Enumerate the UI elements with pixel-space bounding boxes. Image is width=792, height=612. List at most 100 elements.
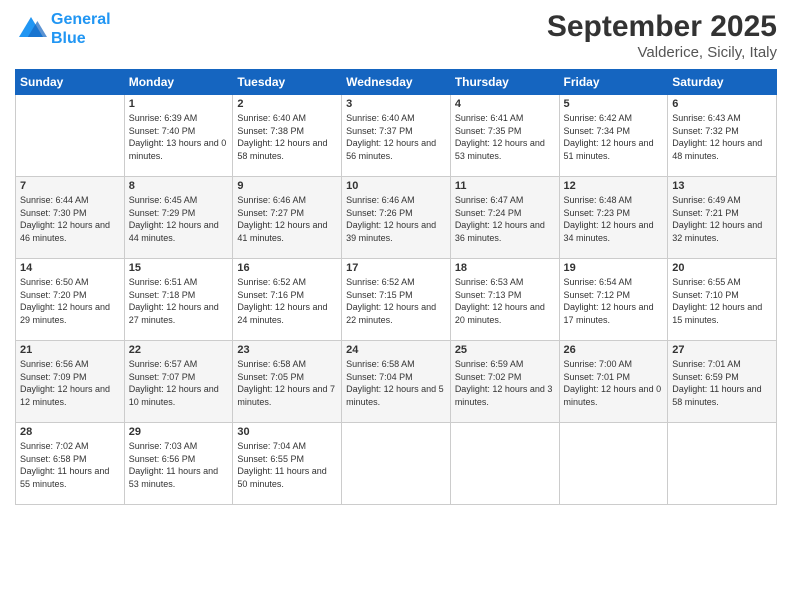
day-number: 26 [564, 344, 664, 356]
cell-info: Sunrise: 7:03 AM Sunset: 6:56 PM Dayligh… [129, 440, 229, 490]
month-title: September 2025 [547, 10, 777, 44]
calendar-cell: 10 Sunrise: 6:46 AM Sunset: 7:26 PM Dayli… [342, 177, 451, 259]
calendar-cell [16, 95, 125, 177]
day-number: 24 [346, 344, 446, 356]
day-header-saturday: Saturday [668, 70, 777, 95]
calendar-cell [342, 423, 451, 505]
cell-info: Sunrise: 6:55 AM Sunset: 7:10 PM Dayligh… [672, 276, 772, 326]
cell-info: Sunrise: 6:47 AM Sunset: 7:24 PM Dayligh… [455, 194, 555, 244]
day-number: 11 [455, 180, 555, 192]
calendar-cell: 14Sunrise: 6:50 AM Sunset: 7:20 PM Dayli… [16, 259, 125, 341]
calendar-cell: 15 Sunrise: 6:51 AM Sunset: 7:18 PM Dayli… [124, 259, 233, 341]
location: Valderice, Sicily, Italy [547, 44, 777, 61]
day-header-wednesday: Wednesday [342, 70, 451, 95]
calendar-cell: 27Sunrise: 7:01 AM Sunset: 6:59 PM Dayli… [668, 341, 777, 423]
day-number: 21 [20, 344, 120, 356]
cell-info: Sunrise: 6:40 AM Sunset: 7:37 PM Dayligh… [346, 112, 446, 162]
day-number: 10 [346, 180, 446, 192]
calendar-cell: 26Sunrise: 7:00 AM Sunset: 7:01 PM Dayli… [559, 341, 668, 423]
calendar-cell: 30 Sunrise: 7:04 AM Sunset: 6:55 PM Dayli… [233, 423, 342, 505]
week-row-1: 1Sunrise: 6:39 AM Sunset: 7:40 PM Daylig… [16, 95, 777, 177]
cell-info: Sunrise: 6:44 AM Sunset: 7:30 PM Dayligh… [20, 194, 120, 244]
calendar-cell: 4Sunrise: 6:41 AM Sunset: 7:35 PM Daylig… [450, 95, 559, 177]
calendar-cell: 1Sunrise: 6:39 AM Sunset: 7:40 PM Daylig… [124, 95, 233, 177]
cell-info: Sunrise: 7:02 AM Sunset: 6:58 PM Dayligh… [20, 440, 120, 490]
day-number: 17 [346, 262, 446, 274]
day-header-monday: Monday [124, 70, 233, 95]
week-row-2: 7Sunrise: 6:44 AM Sunset: 7:30 PM Daylig… [16, 177, 777, 259]
cell-info: Sunrise: 6:40 AM Sunset: 7:38 PM Dayligh… [237, 112, 337, 162]
day-number: 3 [346, 98, 446, 110]
day-number: 15 [129, 262, 229, 274]
calendar-cell: 21 Sunrise: 6:56 AM Sunset: 7:09 PM Dayli… [16, 341, 125, 423]
logo-text: General Blue [51, 10, 111, 48]
header-row: SundayMondayTuesdayWednesdayThursdayFrid… [16, 70, 777, 95]
calendar-cell: 12 Sunrise: 6:48 AM Sunset: 7:23 PM Dayli… [559, 177, 668, 259]
cell-info: Sunrise: 6:53 AM Sunset: 7:13 PM Dayligh… [455, 276, 555, 326]
logo-line1: General [51, 11, 111, 28]
day-number: 13 [672, 180, 772, 192]
calendar-cell: 16 Sunrise: 6:52 AM Sunset: 7:16 PM Dayli… [233, 259, 342, 341]
day-number: 12 [564, 180, 664, 192]
calendar-cell: 18 Sunrise: 6:53 AM Sunset: 7:13 PM Dayli… [450, 259, 559, 341]
calendar-cell: 7Sunrise: 6:44 AM Sunset: 7:30 PM Daylig… [16, 177, 125, 259]
calendar-cell: 23Sunrise: 6:58 AM Sunset: 7:05 PM Dayli… [233, 341, 342, 423]
calendar-cell: 11 Sunrise: 6:47 AM Sunset: 7:24 PM Dayli… [450, 177, 559, 259]
calendar-table: SundayMondayTuesdayWednesdayThursdayFrid… [15, 69, 777, 505]
calendar-cell: 6Sunrise: 6:43 AM Sunset: 7:32 PM Daylig… [668, 95, 777, 177]
week-row-5: 28 Sunrise: 7:02 AM Sunset: 6:58 PM Dayli… [16, 423, 777, 505]
day-header-tuesday: Tuesday [233, 70, 342, 95]
calendar-cell: 13 Sunrise: 6:49 AM Sunset: 7:21 PM Dayli… [668, 177, 777, 259]
cell-info: Sunrise: 6:45 AM Sunset: 7:29 PM Dayligh… [129, 194, 229, 244]
day-number: 19 [564, 262, 664, 274]
day-number: 8 [129, 180, 229, 192]
cell-info: Sunrise: 6:59 AM Sunset: 7:02 PM Dayligh… [455, 358, 555, 408]
calendar-cell: 24 Sunrise: 6:58 AM Sunset: 7:04 PM Dayli… [342, 341, 451, 423]
calendar-cell: 22 Sunrise: 6:57 AM Sunset: 7:07 PM Dayli… [124, 341, 233, 423]
cell-info: Sunrise: 6:54 AM Sunset: 7:12 PM Dayligh… [564, 276, 664, 326]
day-number: 16 [237, 262, 337, 274]
cell-info: Sunrise: 6:57 AM Sunset: 7:07 PM Dayligh… [129, 358, 229, 408]
day-number: 1 [129, 98, 229, 110]
cell-info: Sunrise: 6:58 AM Sunset: 7:04 PM Dayligh… [346, 358, 446, 408]
day-number: 18 [455, 262, 555, 274]
calendar-cell: 25 Sunrise: 6:59 AM Sunset: 7:02 PM Dayli… [450, 341, 559, 423]
page: General Blue September 2025 Valderice, S… [0, 0, 792, 612]
cell-info: Sunrise: 6:56 AM Sunset: 7:09 PM Dayligh… [20, 358, 120, 408]
day-number: 28 [20, 426, 120, 438]
logo-line2: Blue [51, 30, 86, 47]
day-number: 30 [237, 426, 337, 438]
cell-info: Sunrise: 7:04 AM Sunset: 6:55 PM Dayligh… [237, 440, 337, 490]
header: General Blue September 2025 Valderice, S… [15, 10, 777, 61]
calendar-cell: 28 Sunrise: 7:02 AM Sunset: 6:58 PM Dayli… [16, 423, 125, 505]
cell-info: Sunrise: 6:52 AM Sunset: 7:16 PM Dayligh… [237, 276, 337, 326]
title-area: September 2025 Valderice, Sicily, Italy [547, 10, 777, 61]
calendar-cell [559, 423, 668, 505]
calendar-cell: 19 Sunrise: 6:54 AM Sunset: 7:12 PM Dayli… [559, 259, 668, 341]
day-number: 25 [455, 344, 555, 356]
day-number: 2 [237, 98, 337, 110]
cell-info: Sunrise: 6:41 AM Sunset: 7:35 PM Dayligh… [455, 112, 555, 162]
cell-info: Sunrise: 6:46 AM Sunset: 7:27 PM Dayligh… [237, 194, 337, 244]
cell-info: Sunrise: 6:46 AM Sunset: 7:26 PM Dayligh… [346, 194, 446, 244]
day-header-thursday: Thursday [450, 70, 559, 95]
cell-info: Sunrise: 6:49 AM Sunset: 7:21 PM Dayligh… [672, 194, 772, 244]
cell-info: Sunrise: 6:48 AM Sunset: 7:23 PM Dayligh… [564, 194, 664, 244]
day-number: 5 [564, 98, 664, 110]
calendar-cell: 2 Sunrise: 6:40 AM Sunset: 7:38 PM Daylig… [233, 95, 342, 177]
cell-info: Sunrise: 6:42 AM Sunset: 7:34 PM Dayligh… [564, 112, 664, 162]
day-header-friday: Friday [559, 70, 668, 95]
week-row-3: 14Sunrise: 6:50 AM Sunset: 7:20 PM Dayli… [16, 259, 777, 341]
day-number: 27 [672, 344, 772, 356]
cell-info: Sunrise: 6:51 AM Sunset: 7:18 PM Dayligh… [129, 276, 229, 326]
calendar-cell [450, 423, 559, 505]
calendar-cell: 8 Sunrise: 6:45 AM Sunset: 7:29 PM Daylig… [124, 177, 233, 259]
calendar-cell: 3 Sunrise: 6:40 AM Sunset: 7:37 PM Daylig… [342, 95, 451, 177]
calendar-cell: 9Sunrise: 6:46 AM Sunset: 7:27 PM Daylig… [233, 177, 342, 259]
cell-info: Sunrise: 6:50 AM Sunset: 7:20 PM Dayligh… [20, 276, 120, 326]
cell-info: Sunrise: 6:52 AM Sunset: 7:15 PM Dayligh… [346, 276, 446, 326]
calendar-cell: 29Sunrise: 7:03 AM Sunset: 6:56 PM Dayli… [124, 423, 233, 505]
cell-info: Sunrise: 6:43 AM Sunset: 7:32 PM Dayligh… [672, 112, 772, 162]
calendar-cell: 20Sunrise: 6:55 AM Sunset: 7:10 PM Dayli… [668, 259, 777, 341]
day-number: 22 [129, 344, 229, 356]
